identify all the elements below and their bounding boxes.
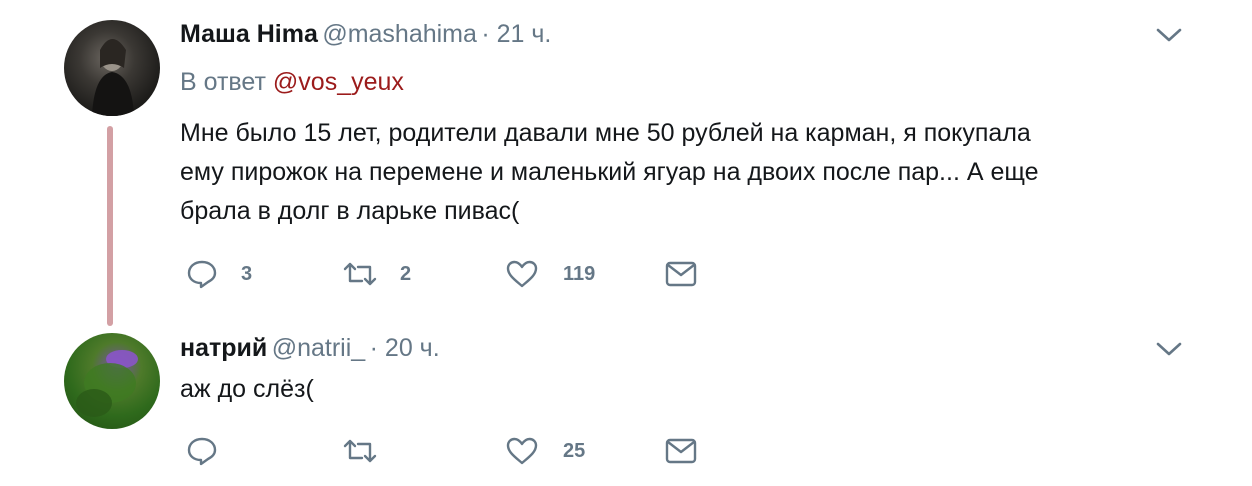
- reply-to-link[interactable]: @vos_yeux: [273, 68, 404, 96]
- retweet-icon: [343, 262, 377, 286]
- reply-icon: [187, 260, 217, 289]
- chevron-down-icon[interactable]: [1156, 341, 1182, 362]
- message-button[interactable]: [665, 438, 697, 464]
- tweet-time[interactable]: · 21 ч.: [481, 20, 551, 48]
- like-icon: [506, 437, 538, 465]
- retweet-count: 2: [400, 262, 412, 285]
- retweet-button[interactable]: 2: [342, 259, 411, 289]
- author-name[interactable]: натрий: [180, 334, 267, 362]
- tweet-text: аж до слёз(: [180, 370, 314, 409]
- chevron-down-icon[interactable]: [1156, 27, 1182, 48]
- like-button[interactable]: 119: [505, 259, 595, 289]
- reply-prefix: В ответ: [180, 68, 266, 96]
- retweet-button[interactable]: [342, 436, 400, 466]
- tweet-header: Маша Hima @mashahima · 21 ч.: [180, 20, 551, 49]
- message-button[interactable]: [665, 261, 697, 287]
- avatar[interactable]: [64, 20, 160, 116]
- avatar[interactable]: [64, 333, 160, 429]
- tweet-text: Мне было 15 лет, родители давали мне 50 …: [180, 114, 1039, 231]
- reply-button[interactable]: 3: [186, 259, 252, 289]
- like-button[interactable]: 25: [505, 436, 585, 466]
- tweet-text-line: ему пирожок на перемене и маленький ягуа…: [180, 158, 1039, 186]
- tweet-text-line: Мне было 15 лет, родители давали мне 50 …: [180, 119, 1031, 147]
- tweet-header: натрий @natrii_ · 20 ч.: [180, 334, 440, 363]
- reply-count: 3: [241, 262, 253, 285]
- like-count: 119: [563, 262, 596, 285]
- reply-icon: [187, 437, 217, 466]
- message-icon: [665, 438, 697, 464]
- author-handle[interactable]: @mashahima: [322, 20, 477, 48]
- avatar-image: [76, 350, 138, 417]
- tweet-text-line: брала в долг в ларьке пивас(: [180, 197, 520, 225]
- tweet-text-line: аж до слёз(: [180, 375, 314, 403]
- retweet-icon: [343, 439, 377, 463]
- message-icon: [665, 261, 697, 287]
- avatar-image: [92, 39, 134, 116]
- thread-line: [107, 126, 113, 326]
- reply-button[interactable]: [186, 436, 241, 466]
- author-name[interactable]: Маша Hima: [180, 20, 318, 48]
- like-icon: [506, 260, 538, 288]
- tweet-time[interactable]: · 20 ч.: [370, 334, 440, 362]
- author-handle[interactable]: @natrii_: [272, 334, 365, 362]
- reply-context: В ответ @vos_yeux: [180, 68, 404, 97]
- like-count: 25: [563, 439, 586, 462]
